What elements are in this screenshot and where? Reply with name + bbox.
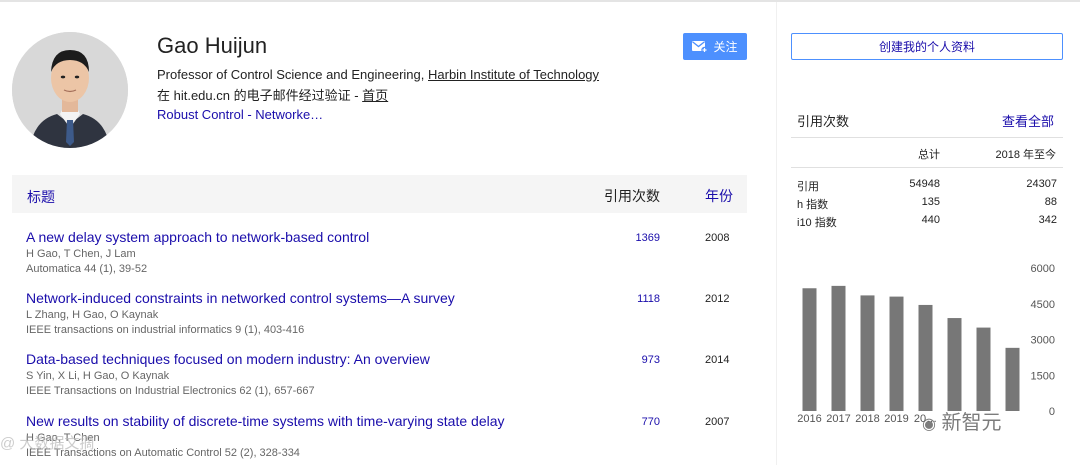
chart-bar-2020[interactable] (918, 304, 933, 411)
article-cited-by-link[interactable]: 770 (642, 416, 660, 428)
stat-label: i10 指数 (797, 217, 837, 229)
citation-stat-row: i10 指数 440 342 (797, 214, 1057, 232)
research-interests-link[interactable]: Robust Control - Networke… (157, 107, 323, 122)
article-year: 2012 (705, 293, 730, 305)
table-row: Network-induced constraints in networked… (12, 290, 747, 346)
top-border (0, 0, 1080, 2)
article-cited-by-link[interactable]: 1369 (636, 232, 660, 244)
watermark-right: ◉ 新智元 (922, 412, 1002, 434)
table-row: New results on stability of discrete-tim… (12, 413, 747, 469)
table-row: Data-based techniques focused on modern … (12, 351, 747, 407)
table-row: A new delay system approach to network-b… (12, 229, 747, 285)
x-tick-label: 2019 (884, 413, 908, 425)
view-all-link[interactable]: 查看全部 (1002, 111, 1054, 130)
profile-affiliation: Professor of Control Science and Enginee… (157, 67, 599, 82)
divider (791, 137, 1063, 138)
panel-divider (776, 2, 777, 465)
citations-col-since: 2018 年至今 (995, 149, 1056, 161)
article-title-link[interactable]: A new delay system approach to network-b… (26, 229, 369, 245)
article-title-link[interactable]: Network-induced constraints in networked… (26, 290, 455, 306)
chart-bar-2023[interactable] (1005, 347, 1020, 411)
follow-label: 关注 (713, 40, 738, 54)
stat-since: 24307 (1026, 178, 1057, 190)
article-venue: IEEE Transactions on Industrial Electron… (26, 385, 315, 397)
chart-bar-2018[interactable] (860, 295, 875, 411)
x-tick-label: 2017 (826, 413, 850, 425)
mail-plus-icon (692, 40, 709, 53)
x-tick-label: 2018 (855, 413, 879, 425)
article-cited-by-link[interactable]: 1118 (637, 293, 660, 305)
y-tick-label: 3000 (1031, 335, 1055, 347)
stat-total: 54948 (909, 178, 940, 190)
chart-bar-2016[interactable] (802, 288, 817, 411)
y-tick-label: 4500 (1031, 299, 1055, 311)
profile-name: Gao Huijun (157, 33, 268, 58)
avatar (12, 32, 128, 148)
article-year: 2014 (705, 354, 730, 366)
chart-bar-2017[interactable] (831, 285, 846, 411)
stat-since: 342 (1038, 214, 1057, 226)
affiliation-link[interactable]: Harbin Institute of Technology (428, 67, 599, 82)
watermark-left: @ 大数据文摘 (0, 435, 95, 452)
follow-button[interactable]: 关注 (683, 33, 747, 60)
verified-email: 在 hit.edu.cn 的电子邮件经过验证 - 首页 (157, 85, 388, 104)
affiliation-text: Professor of Control Science and Enginee… (157, 67, 428, 82)
homepage-link[interactable]: 首页 (362, 88, 388, 103)
article-cited-by-link[interactable]: 973 (642, 354, 660, 366)
article-authors: H Gao, T Chen, J Lam (26, 248, 136, 260)
stat-since: 88 (1044, 196, 1057, 208)
divider (791, 167, 1063, 168)
article-authors: S Yin, X Li, H Gao, O Kaynak (26, 370, 170, 382)
stat-total: 135 (921, 196, 940, 208)
stat-total: 440 (921, 214, 940, 226)
citations-title: 引用次数 (797, 114, 850, 129)
x-tick-label: 2016 (797, 413, 821, 425)
citations-bar-chart: 2016 2017 2018 2019 20…01500300045006000 (797, 263, 1055, 425)
citations-col-total: 总计 (918, 149, 940, 161)
stat-label: h 指数 (797, 199, 829, 211)
chart-bar-2019[interactable] (889, 296, 904, 411)
chart-bar-2022[interactable] (976, 327, 991, 411)
column-header-title[interactable]: 标题 (27, 187, 55, 207)
article-venue: IEEE transactions on industrial informat… (26, 324, 305, 336)
chart-bar-2021[interactable] (947, 318, 962, 411)
y-tick-label: 0 (1049, 406, 1055, 418)
article-year: 2007 (705, 416, 730, 428)
article-year: 2008 (705, 232, 730, 244)
citation-stat-row: h 指数 135 88 (797, 196, 1057, 214)
create-profile-button[interactable]: 创建我的个人资料 (791, 33, 1063, 60)
citation-stat-row: 引用 54948 24307 (797, 178, 1057, 196)
y-tick-label: 6000 (1031, 263, 1055, 275)
y-tick-label: 1500 (1031, 370, 1055, 382)
stat-label: 引用 (797, 181, 819, 193)
article-venue: Automatica 44 (1), 39-52 (26, 263, 148, 275)
article-title-link[interactable]: Data-based techniques focused on modern … (26, 351, 430, 367)
verified-text: 在 hit.edu.cn 的电子邮件经过验证 - (157, 88, 363, 103)
articles-table-header: 标题 引用次数 年份 (12, 175, 747, 213)
article-authors: L Zhang, H Gao, O Kaynak (26, 309, 159, 321)
column-header-cited-by[interactable]: 引用次数 (604, 186, 660, 206)
article-title-link[interactable]: New results on stability of discrete-tim… (26, 413, 505, 429)
column-header-year[interactable]: 年份 (705, 186, 733, 206)
